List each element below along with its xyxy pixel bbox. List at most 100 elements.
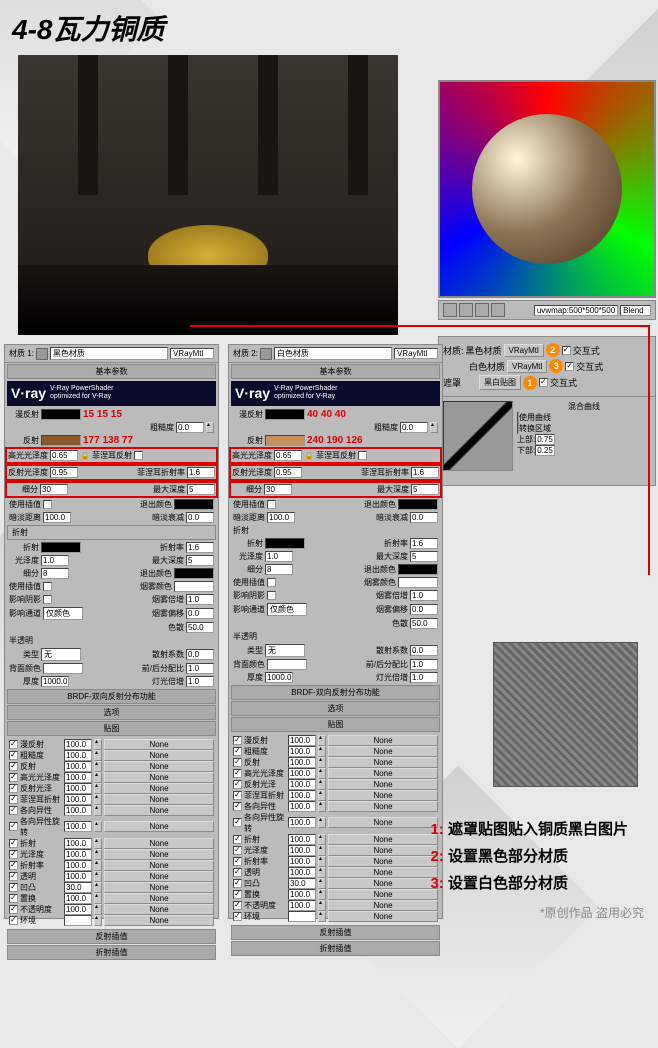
- map-slot-button[interactable]: None: [328, 900, 438, 911]
- dimfall-input[interactable]: 0.0: [410, 512, 438, 523]
- spinner-icon[interactable]: ▴: [318, 856, 326, 867]
- dimdist-input[interactable]: 100.0: [43, 512, 71, 523]
- spinner-icon[interactable]: ▴: [94, 915, 102, 926]
- map-amount-input[interactable]: 100.0: [288, 900, 316, 911]
- section-maps[interactable]: 贴图: [7, 721, 216, 736]
- spinner-icon[interactable]: ▴: [94, 805, 102, 816]
- map-slot-button[interactable]: None: [104, 871, 214, 882]
- map-slot-button[interactable]: None: [104, 761, 214, 772]
- mat2-button[interactable]: VRayMtl: [507, 360, 547, 373]
- map-checkbox[interactable]: [233, 747, 242, 756]
- map-slot-button[interactable]: None: [104, 794, 214, 805]
- blend-dropdown[interactable]: Blend: [620, 305, 651, 316]
- spinner-icon[interactable]: ▴: [94, 871, 102, 882]
- map-checkbox[interactable]: [233, 912, 242, 921]
- section-brdf[interactable]: BRDF-双向反射分布功能: [231, 685, 440, 700]
- map-amount-input[interactable]: 100.0: [64, 849, 92, 860]
- map-checkbox[interactable]: [9, 872, 18, 881]
- spinner-icon[interactable]: ▴: [94, 750, 102, 761]
- exit-swatch[interactable]: [174, 499, 214, 510]
- map-slot-button[interactable]: None: [104, 821, 214, 832]
- spinner-icon[interactable]: ▴: [94, 860, 102, 871]
- mat-dropdown[interactable]: 黑色材质: [50, 347, 168, 360]
- map-amount-input[interactable]: 100.0: [64, 821, 92, 832]
- picker-icon[interactable]: [36, 348, 48, 360]
- spinner-icon[interactable]: ▴: [430, 422, 438, 433]
- map-amount-input[interactable]: 100.0: [64, 838, 92, 849]
- tool-icon[interactable]: [459, 303, 473, 317]
- map-amount-input[interactable]: 100.0: [64, 871, 92, 882]
- checkbox[interactable]: [562, 346, 571, 355]
- spinner-icon[interactable]: ▴: [318, 801, 326, 812]
- rsub-input[interactable]: 8: [41, 568, 69, 579]
- lock-icon[interactable]: 🔒: [80, 451, 90, 460]
- map-checkbox[interactable]: [9, 740, 18, 749]
- ior-input[interactable]: 1.6: [411, 467, 439, 478]
- fogmul-input[interactable]: 1.0: [410, 590, 438, 601]
- dimfall-input[interactable]: 0.0: [186, 512, 214, 523]
- map-checkbox[interactable]: [9, 784, 18, 793]
- map-slot-button[interactable]: None: [104, 750, 214, 761]
- map-slot-button[interactable]: None: [104, 860, 214, 871]
- spinner-icon[interactable]: ▴: [94, 882, 102, 893]
- tool-icon[interactable]: [443, 303, 457, 317]
- reflect-swatch[interactable]: [41, 435, 81, 446]
- spinner-icon[interactable]: ▴: [206, 422, 214, 433]
- map-amount-input[interactable]: 100.0: [288, 735, 316, 746]
- thick-input[interactable]: 1000.0: [41, 676, 69, 687]
- checkbox[interactable]: [267, 591, 276, 600]
- fogbias-input[interactable]: 0.0: [186, 608, 214, 619]
- diffuse-swatch[interactable]: [41, 409, 81, 420]
- checkbox[interactable]: [43, 500, 52, 509]
- map-amount-input[interactable]: 100.0: [64, 860, 92, 871]
- map-slot-button[interactable]: None: [328, 768, 438, 779]
- disp-input[interactable]: 50.0: [186, 622, 214, 633]
- map-checkbox[interactable]: [9, 916, 18, 925]
- uvmap-dropdown[interactable]: uvwmap:500*500*500: [534, 305, 618, 316]
- map-amount-input[interactable]: 100.0: [288, 889, 316, 900]
- spinner-icon[interactable]: ▴: [318, 867, 326, 878]
- map-slot-button[interactable]: None: [104, 849, 214, 860]
- map-checkbox[interactable]: [9, 773, 18, 782]
- map-checkbox[interactable]: [9, 762, 18, 771]
- hilight-input[interactable]: 0.65: [274, 450, 302, 461]
- fwd-input[interactable]: 1.0: [186, 663, 214, 674]
- lower-input[interactable]: 0.25: [535, 445, 555, 456]
- map-amount-input[interactable]: [64, 915, 92, 926]
- thick-input[interactable]: 1000.0: [265, 672, 293, 683]
- light-input[interactable]: 1.0: [186, 676, 214, 687]
- rexit-swatch[interactable]: [174, 568, 214, 579]
- refr-ior-input[interactable]: 1.6: [186, 542, 214, 553]
- map-amount-input[interactable]: 30.0: [288, 878, 316, 889]
- picker-icon[interactable]: [260, 348, 272, 360]
- map-checkbox[interactable]: [9, 861, 18, 870]
- spinner-icon[interactable]: ▴: [94, 794, 102, 805]
- map-slot-button[interactable]: None: [104, 915, 214, 926]
- spinner-icon[interactable]: ▴: [318, 757, 326, 768]
- exit-swatch[interactable]: [398, 499, 438, 510]
- map-amount-input[interactable]: 100.0: [288, 746, 316, 757]
- map-checkbox[interactable]: [9, 795, 18, 804]
- map-slot-button[interactable]: None: [328, 790, 438, 801]
- checkbox[interactable]: [267, 500, 276, 509]
- section-footer1[interactable]: 反射插值: [7, 929, 216, 944]
- map-checkbox[interactable]: [233, 818, 242, 827]
- map-amount-input[interactable]: 100.0: [64, 739, 92, 750]
- spinner-icon[interactable]: ▴: [94, 783, 102, 794]
- map-slot-button[interactable]: None: [328, 779, 438, 790]
- map-slot-button[interactable]: None: [104, 838, 214, 849]
- map-checkbox[interactable]: [233, 857, 242, 866]
- map-amount-input[interactable]: [288, 911, 316, 922]
- section-footer1[interactable]: 反射插值: [231, 925, 440, 940]
- refract-swatch[interactable]: [41, 542, 81, 553]
- type-dropdown[interactable]: VRayMtl: [170, 348, 214, 359]
- ior-input[interactable]: 1.6: [187, 467, 215, 478]
- map-slot-button[interactable]: None: [104, 904, 214, 915]
- spinner-icon[interactable]: ▴: [94, 838, 102, 849]
- roughness-input[interactable]: 0.0: [176, 422, 204, 433]
- map-amount-input[interactable]: 100.0: [64, 893, 92, 904]
- affect-dropdown[interactable]: 仅颜色: [267, 603, 307, 616]
- map-slot-button[interactable]: None: [328, 911, 438, 922]
- map-amount-input[interactable]: 100.0: [288, 856, 316, 867]
- reflect-swatch[interactable]: [265, 435, 305, 446]
